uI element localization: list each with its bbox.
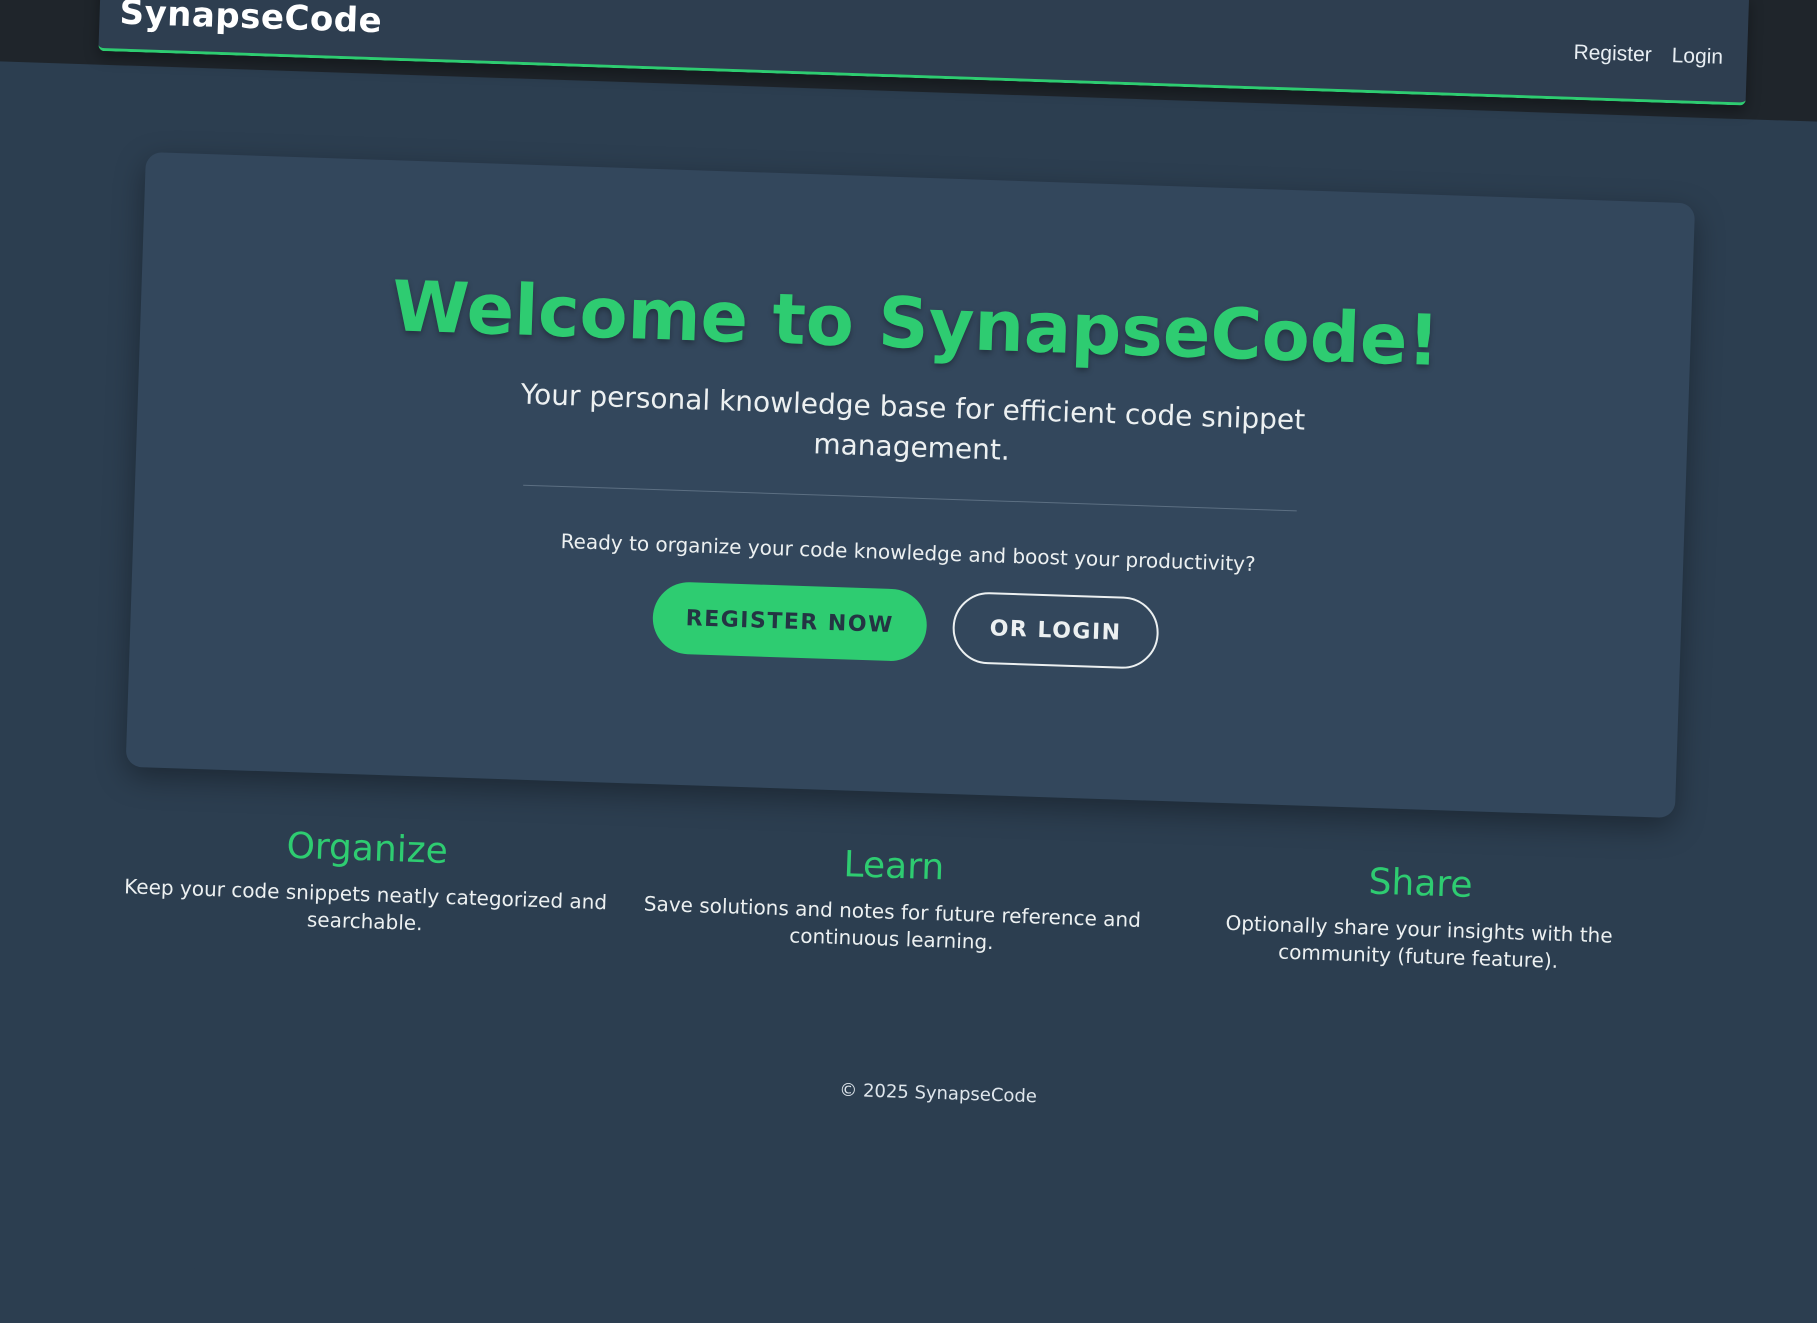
feature-organize: Organize Keep your code snippets neatly …	[114, 820, 617, 944]
feature-description: Keep your code snippets neatly categoriz…	[123, 874, 608, 936]
feature-learn: Learn Save solutions and notes for futur…	[641, 837, 1144, 961]
feature-description: Save solutions and notes for future refe…	[643, 891, 1142, 955]
hero-divider	[523, 484, 1297, 512]
nav-register-link[interactable]: Register	[1573, 41, 1652, 68]
feature-share: Share Optionally share your insights wit…	[1168, 855, 1671, 979]
feature-description: Optionally share your insights with the …	[1225, 910, 1614, 973]
register-now-button[interactable]: REGISTER NOW	[651, 581, 928, 663]
hero-subtitle: Your personal knowledge base for efficie…	[520, 377, 1306, 467]
nav-login-link[interactable]: Login	[1671, 44, 1723, 70]
or-login-button[interactable]: OR LOGIN	[951, 591, 1160, 670]
hero-title: Welcome to SynapseCode!	[390, 265, 1441, 382]
hero-card: Welcome to SynapseCode! Your personal kn…	[125, 152, 1696, 819]
brand-logo-text[interactable]: SynapseCode	[119, 0, 383, 41]
nav-links: Register Login	[1573, 41, 1723, 70]
